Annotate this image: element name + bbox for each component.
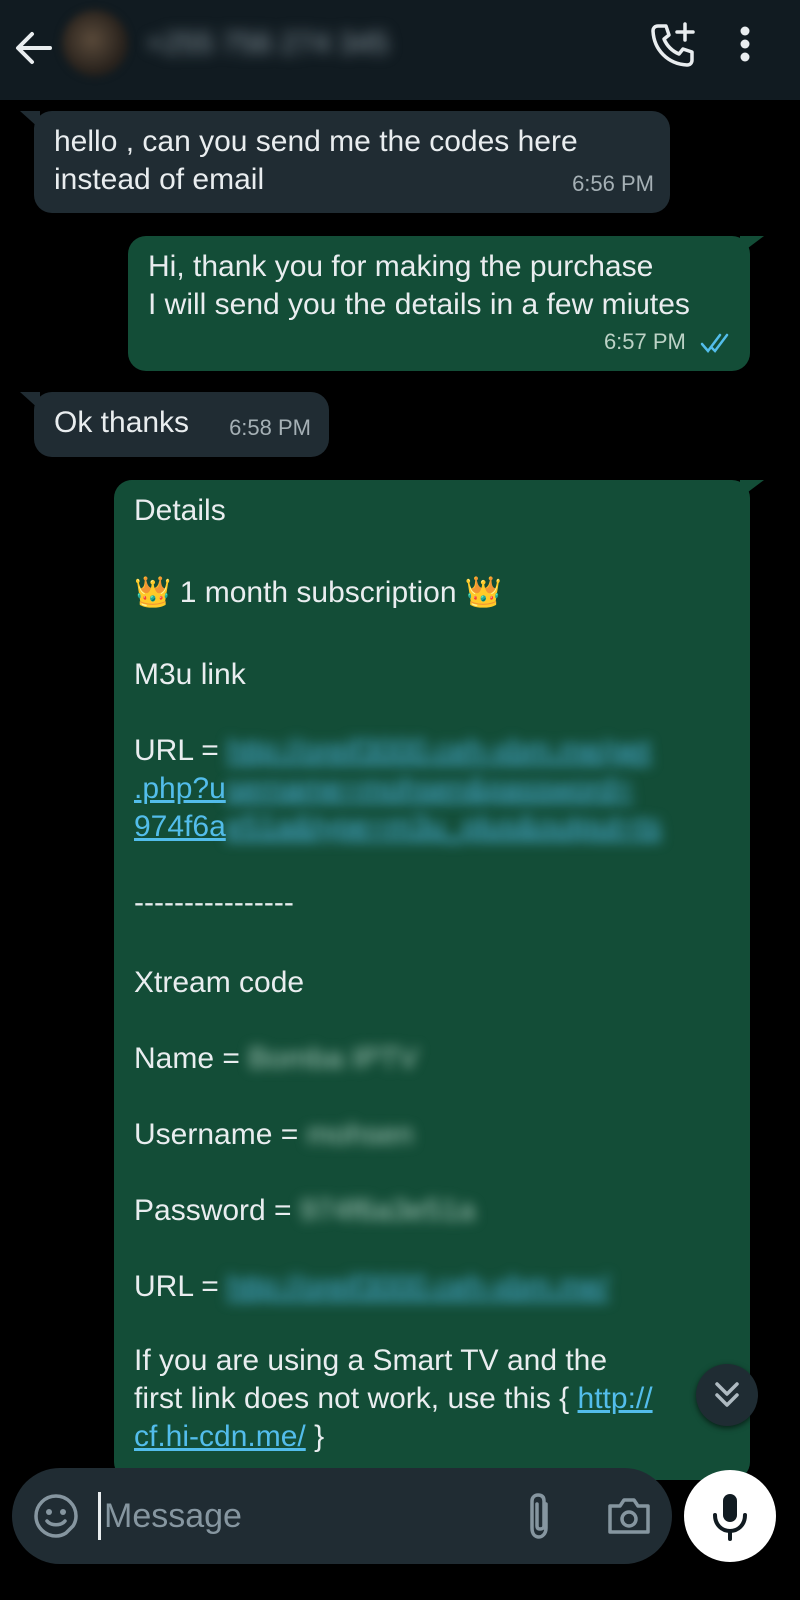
name-value: Bomba IPTV [248,1042,419,1075]
incoming-message[interactable]: Ok thanks 6:58 PM [34,392,329,457]
more-options-button[interactable] [730,22,760,72]
m3u-url-line: URL = http://oreif3000.ceh-xbm.me/get [134,732,651,770]
url-label: URL = [134,734,228,767]
incoming-message[interactable]: hello , can you send me the codes here i… [34,111,670,213]
m3u-url-link[interactable]: .php?u [134,772,226,805]
read-receipt-icon [700,333,729,354]
xtream-heading: Xtream code [134,966,305,999]
text-cursor [98,1492,101,1540]
m3u-url-line: .php?username=mohsen&password= [134,770,633,808]
outgoing-message[interactable]: Hi, thank you for making the purchase I … [128,236,750,371]
contact-name[interactable]: +255 756 274 345 [146,24,389,64]
message-time: 6:58 PM [229,415,311,440]
details-title: Details [134,494,226,527]
chat-header: +255 756 274 345 [0,0,800,100]
smart-tv-link[interactable]: http:// [578,1382,653,1415]
camera-button[interactable] [604,1492,654,1540]
message-composer [12,1468,672,1564]
message-time: 6:57 PM [603,329,686,354]
divider-text: ---------------- [134,886,294,919]
outgoing-message-details[interactable]: Details 👑 1 month subscription 👑 M3u lin… [114,480,750,1480]
message-text: Hi, thank you for making the purchase I … [148,250,690,321]
sticker-icon [34,1494,78,1538]
bubble-tail [20,392,40,410]
message-text: Ok thanks [54,406,190,439]
note-line: If you are using a Smart TV and the [134,1344,608,1377]
crown-emoji: 👑 [464,576,503,609]
contact-avatar[interactable] [62,10,128,76]
more-vertical-icon [740,26,750,62]
m3u-url-link[interactable]: e51a&type=m3u_plus&output=ts [226,810,661,843]
paperclip-icon [530,1493,548,1539]
add-call-icon [651,22,695,67]
bubble-tail [740,236,764,254]
voice-message-button[interactable] [684,1470,776,1562]
note-line: cf.hi-cdn.me/ } [134,1420,325,1453]
camera-icon [608,1498,650,1534]
username-line: Username = mohsen [134,1118,414,1151]
double-chevron-down-icon [715,1382,739,1407]
username-value: mohsen [306,1118,414,1151]
subscription-line: 👑 1 month subscription 👑 [134,576,503,609]
note-line: first link does not work, use this { htt… [134,1382,653,1415]
m3u-url-link[interactable]: sername=mohsen&password= [226,772,633,805]
scroll-to-bottom-button[interactable] [696,1364,758,1426]
message-input[interactable] [104,1488,484,1544]
name-line: Name = Bomba IPTV [134,1042,419,1075]
bubble-tail [20,111,40,129]
microphone-icon [713,1494,747,1541]
sticker-button[interactable] [32,1492,80,1540]
message-time: 6:56 PM [572,171,654,196]
crown-emoji: 👑 [134,576,172,609]
m3u-url-link[interactable]: 974f6a [134,810,226,843]
bubble-tail [740,480,764,498]
m3u-url-line: 974f6ae51a&type=m3u_plus&output=ts [134,808,661,846]
message-time-row: 6:57 PM [604,323,734,361]
m3u-heading: M3u link [134,658,246,691]
password-line: Password = 974f6a3e51a [134,1194,476,1227]
add-call-button[interactable] [648,20,698,70]
password-value: 974f6a3e51a [299,1194,476,1227]
m3u-url-link[interactable]: http://oreif3000.ceh-xbm.me/get [227,734,651,767]
xtream-url-link[interactable]: http://oreif3000.ceh-xbm.me/ [227,1270,609,1303]
arrow-left-icon [16,32,52,64]
smart-tv-link[interactable]: cf.hi-cdn.me/ [134,1420,306,1453]
message-text: hello , can you send me the codes here i… [54,125,578,196]
attach-button[interactable] [520,1490,560,1542]
back-button[interactable] [12,26,56,70]
xtream-url-line: URL = http://oreif3000.ceh-xbm.me/ [134,1270,609,1303]
